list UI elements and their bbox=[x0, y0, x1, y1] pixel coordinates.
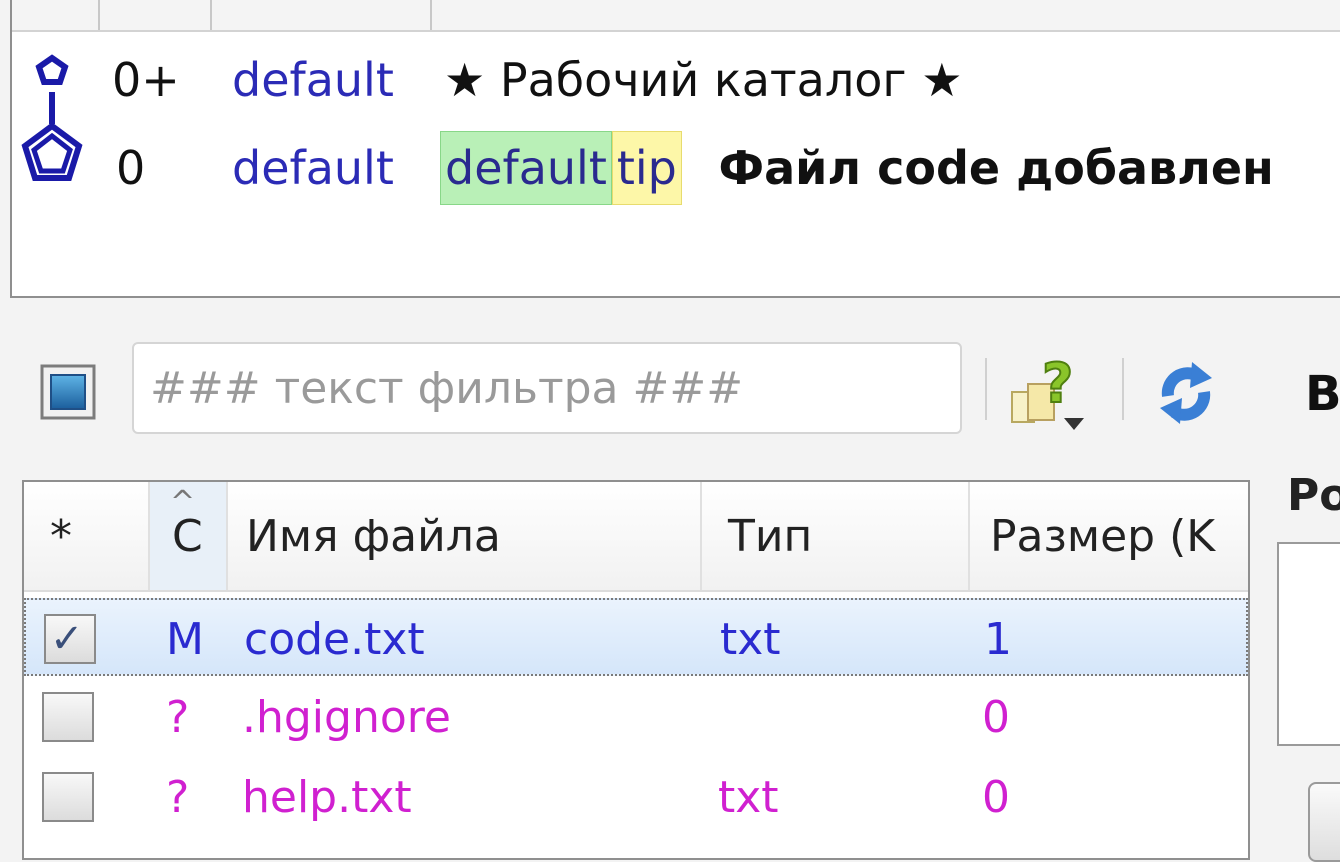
right-panel-textbox[interactable] bbox=[1277, 542, 1340, 746]
toolbar-separator bbox=[985, 358, 987, 420]
filter-input[interactable] bbox=[132, 342, 962, 434]
question-filter-icon: ? bbox=[1011, 351, 1084, 430]
file-list-header: * ^ C Имя файла Тип Размер (K bbox=[24, 482, 1248, 592]
column-divider bbox=[226, 482, 228, 590]
file-status: M bbox=[166, 613, 204, 665]
file-size: 1 bbox=[984, 613, 1012, 665]
revision-number: 0 bbox=[116, 141, 146, 195]
toolbar-separator bbox=[1122, 358, 1124, 420]
branch-tag: default bbox=[440, 131, 612, 205]
right-panel-button[interactable] bbox=[1308, 782, 1340, 862]
file-row[interactable]: ? .hgignore 0 bbox=[24, 678, 1248, 756]
file-size: 0 bbox=[982, 691, 1010, 743]
svg-text:?: ? bbox=[1042, 352, 1073, 415]
file-list: * ^ C Имя файла Тип Размер (K ✓ M code.t… bbox=[22, 480, 1250, 860]
graph-column-header bbox=[12, 0, 1340, 32]
star-icon: ★ bbox=[444, 53, 486, 107]
column-divider bbox=[210, 0, 212, 30]
file-row[interactable]: ? help.txt txt 0 bbox=[24, 758, 1248, 836]
file-row[interactable]: ✓ M code.txt txt 1 bbox=[24, 598, 1248, 676]
select-all-checkbox[interactable] bbox=[40, 364, 96, 420]
column-header-filename[interactable]: Имя файла bbox=[246, 482, 501, 590]
revision-description: Файл code добавлен bbox=[718, 141, 1274, 195]
revision-row-working[interactable]: 0+ default ★ Рабочий каталог ★ bbox=[12, 40, 1340, 120]
tip-tag: tip bbox=[611, 131, 682, 205]
file-checkbox[interactable]: ✓ bbox=[44, 614, 96, 664]
column-header-size[interactable]: Размер (K bbox=[990, 482, 1215, 590]
refresh-icon bbox=[1160, 362, 1212, 424]
file-checkbox[interactable] bbox=[42, 772, 94, 822]
column-divider bbox=[148, 482, 150, 590]
column-header-status[interactable]: C bbox=[172, 482, 203, 590]
checkbox-square-icon bbox=[40, 364, 96, 420]
file-type: txt bbox=[718, 771, 779, 823]
file-name: .hgignore bbox=[242, 691, 451, 743]
right-panel-label: Ро bbox=[1287, 470, 1340, 521]
file-name: code.txt bbox=[244, 613, 425, 665]
revision-number: 0+ bbox=[112, 53, 180, 107]
refresh-button[interactable] bbox=[1148, 358, 1224, 428]
status-filter-button[interactable]: ? bbox=[1008, 351, 1090, 432]
file-status: ? bbox=[166, 691, 190, 743]
column-divider bbox=[430, 0, 432, 30]
revision-graph-panel: 0+ default ★ Рабочий каталог ★ 0 default… bbox=[10, 0, 1340, 298]
revision-row-0[interactable]: 0 default default tip Файл code добавлен bbox=[12, 128, 1340, 208]
file-checkbox[interactable] bbox=[42, 692, 94, 742]
filter-toolbar: ? B bbox=[0, 338, 1340, 448]
file-size: 0 bbox=[982, 771, 1010, 823]
file-status: ? bbox=[166, 771, 190, 823]
toolbar-button-label[interactable]: B bbox=[1305, 366, 1340, 422]
revision-description: Рабочий каталог bbox=[499, 53, 907, 107]
star-icon: ★ bbox=[921, 53, 963, 107]
column-header-star[interactable]: * bbox=[50, 482, 72, 590]
column-divider bbox=[968, 482, 970, 590]
column-divider bbox=[700, 482, 702, 590]
file-type: txt bbox=[720, 613, 781, 665]
revision-branch: default bbox=[232, 141, 394, 195]
column-header-type[interactable]: Тип bbox=[728, 482, 812, 590]
file-name: help.txt bbox=[242, 771, 412, 823]
revision-branch: default bbox=[232, 53, 394, 107]
checkmark-icon: ✓ bbox=[50, 616, 84, 662]
